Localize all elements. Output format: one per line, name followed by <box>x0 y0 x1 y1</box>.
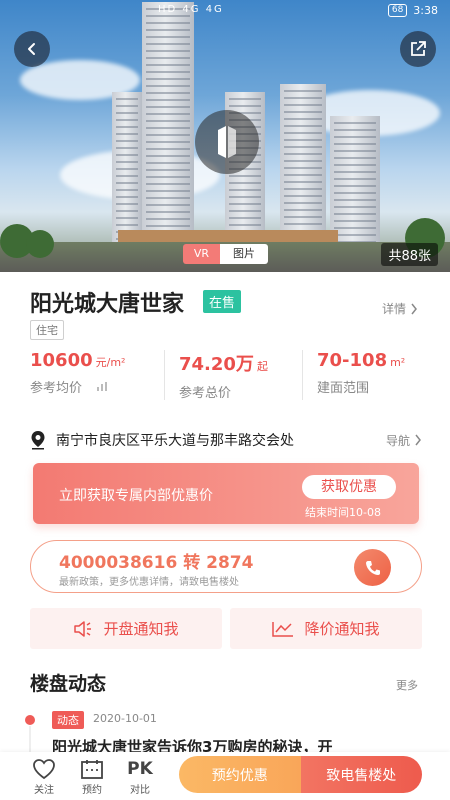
promo-text: 立即获取专属内部优惠价 <box>59 488 213 504</box>
booking-label: 预约 <box>82 785 102 796</box>
battery-icon: 68 <box>387 4 408 17</box>
share-button[interactable] <box>400 31 436 67</box>
address-row[interactable]: 南宁市良庆区平乐大道与那丰路交会处 导航 <box>30 430 422 450</box>
compare-label: 对比 <box>130 785 150 796</box>
hotline-number: 4000038616 转 2874 <box>59 553 254 573</box>
favorite-button[interactable]: 关注 <box>24 756 64 796</box>
hero-photo[interactable]: HD 4G 4G 68 3:38 VR 图片 共88张 <box>0 0 450 272</box>
timeline-dot <box>25 715 35 725</box>
opening-notify-button[interactable]: 开盘通知我 <box>30 608 222 649</box>
speaker-icon <box>74 620 92 637</box>
chevron-right-icon <box>411 303 417 314</box>
hotline-subtitle: 最新政策，更多优惠详情，请致电售楼处 <box>59 577 239 588</box>
tree <box>26 230 54 258</box>
chevron-right-icon <box>415 434 421 446</box>
tab-vr[interactable]: VR <box>183 244 220 264</box>
signal-indicators: HD 4G 4G <box>158 4 224 15</box>
tab-photos[interactable]: 图片 <box>220 244 268 264</box>
building <box>330 116 380 242</box>
address-text: 南宁市良庆区平乐大道与那丰路交会处 <box>56 433 294 449</box>
status-time: 3:38 <box>413 4 438 17</box>
building <box>142 2 194 242</box>
news-tag: 动态 <box>52 711 84 729</box>
building <box>112 92 142 242</box>
price-drop-notify-button[interactable]: 降价通知我 <box>230 608 422 649</box>
stat-value: 10600 元/m² <box>30 350 126 371</box>
location-pin-icon <box>31 431 45 450</box>
trend-line-icon <box>272 621 294 637</box>
photo-count[interactable]: 共88张 <box>381 243 438 266</box>
media-tabs: VR 图片 <box>183 244 268 264</box>
details-label: 详情 <box>381 302 406 316</box>
property-type-tag: 住宅 <box>30 320 64 340</box>
stat-total-price: 74.20万起 参考总价 <box>164 350 302 401</box>
status-bar: HD 4G 4G 68 3:38 <box>0 0 450 22</box>
stat-average-price: 10600 元/m² 参考均价 <box>30 350 164 400</box>
building <box>280 84 326 242</box>
call-button[interactable] <box>354 549 391 586</box>
get-discount-button[interactable]: 获取优惠 <box>302 475 396 499</box>
notify-buttons: 开盘通知我 降价通知我 <box>30 608 422 649</box>
stat-value: 74.20万起 <box>179 354 268 375</box>
bottom-action-bar: 关注 预约 PK 对比 预约优惠 致电售楼处 <box>0 752 450 800</box>
call-sales-office-button[interactable]: 致电售楼处 <box>300 756 422 793</box>
chevron-left-icon <box>28 43 35 55</box>
stat-area-range: 70-108 m² 建面范围 <box>302 350 422 400</box>
price-stats: 10600 元/m² 参考均价 74.20万起 参考总价 70-108 m² 建面范… <box>30 350 422 401</box>
favorite-label: 关注 <box>34 785 54 796</box>
reserve-discount-button[interactable]: 预约优惠 <box>179 756 301 793</box>
back-button[interactable] <box>14 31 50 67</box>
more-link[interactable]: 更多 <box>396 677 418 693</box>
trend-chart-icon[interactable] <box>96 381 108 392</box>
page-title: 阳光城大唐世家 <box>30 292 185 317</box>
property-detail-page: HD 4G 4G 68 3:38 VR 图片 共88张 阳光城大唐世家 在售 详… <box>0 0 450 800</box>
cta-group: 预约优惠 致电售楼处 <box>179 756 422 793</box>
status-badge: 在售 <box>203 290 242 313</box>
compare-button[interactable]: PK 对比 <box>120 756 160 797</box>
stat-label: 参考总价 <box>179 386 232 401</box>
hotline-card[interactable]: 4000038616 转 2874 最新政策，更多优惠详情，请致电售楼处 <box>30 540 422 593</box>
details-link[interactable]: 详情 <box>382 300 418 317</box>
section-title: 楼盘动态 <box>30 673 107 695</box>
booking-button[interactable]: 预约 <box>72 756 112 796</box>
vr-play-button[interactable] <box>195 110 259 174</box>
promo-end-time: 结束时间10-08 <box>305 506 381 519</box>
vr-icon <box>218 126 236 158</box>
stat-label: 建面范围 <box>317 381 370 396</box>
stat-value: 70-108 m² <box>317 350 406 371</box>
heart-icon <box>33 758 55 779</box>
pk-icon: PK <box>127 758 153 779</box>
navigation-link[interactable]: 导航 <box>386 432 422 449</box>
stat-label: 参考均价 <box>30 377 164 396</box>
discount-banner[interactable]: 立即获取专属内部优惠价 获取优惠 结束时间10-08 <box>33 463 419 524</box>
calendar-icon <box>81 759 103 779</box>
news-date: 2020-10-01 <box>93 712 157 725</box>
phone-icon <box>365 560 380 575</box>
share-icon <box>411 41 426 56</box>
